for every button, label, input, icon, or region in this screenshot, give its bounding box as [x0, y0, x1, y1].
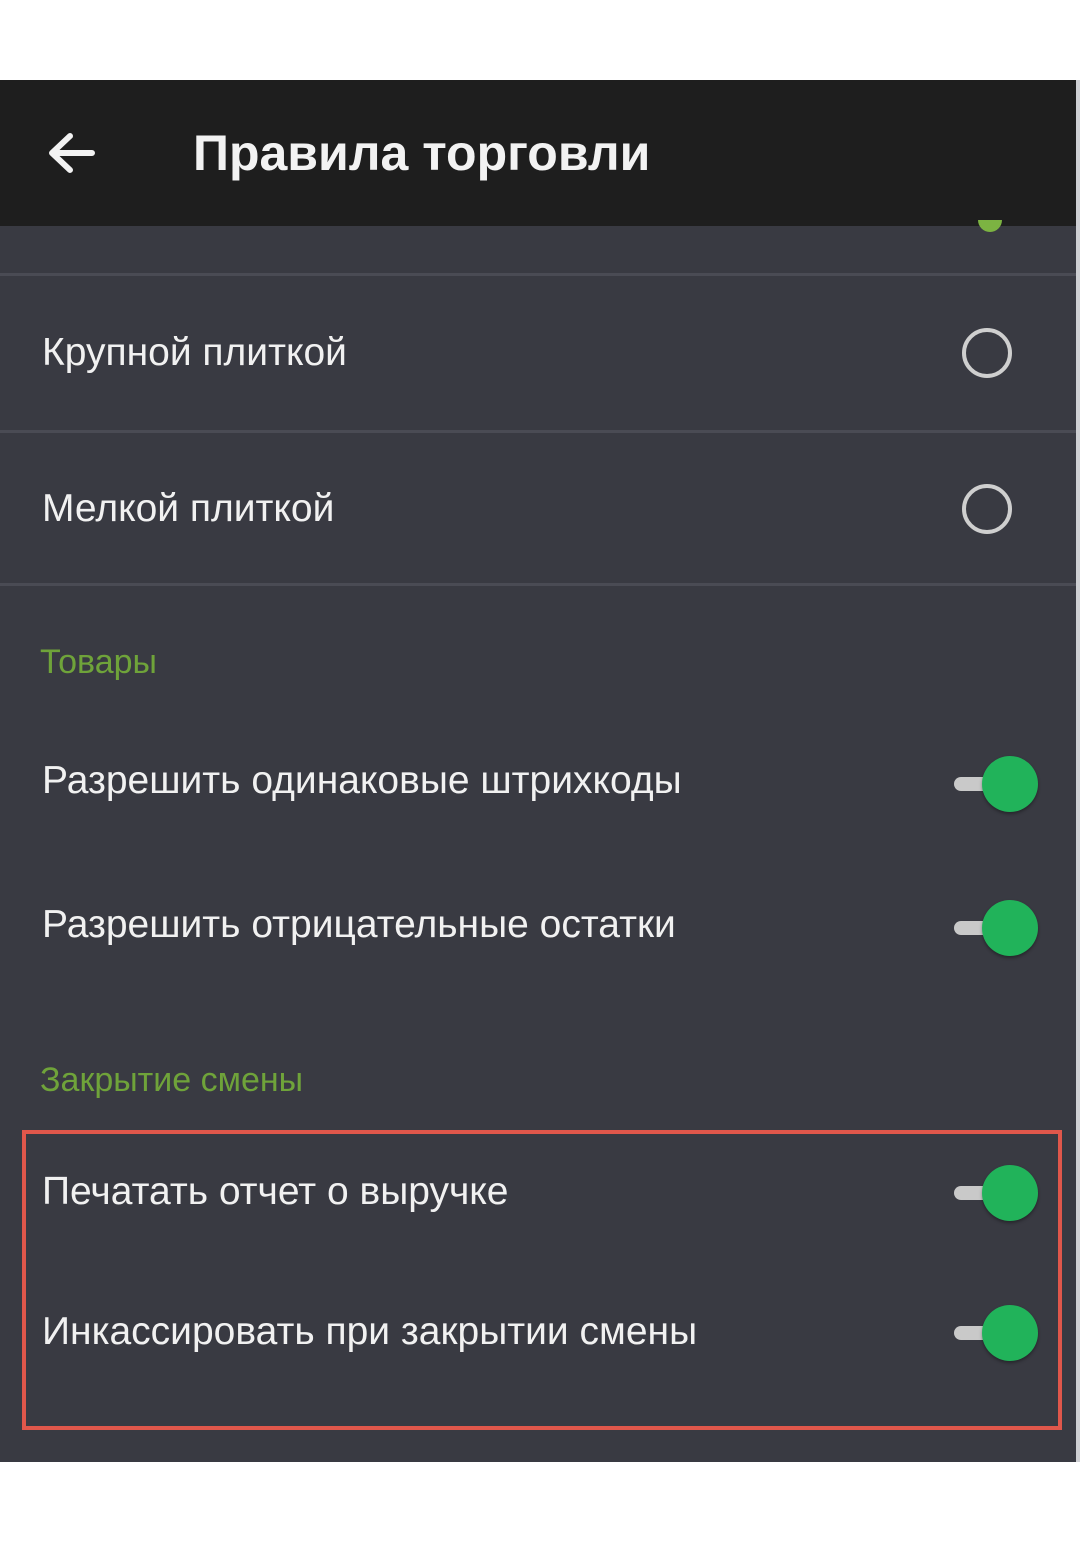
switch-thumb — [982, 756, 1038, 812]
setting-label: Печатать отчет о выручке — [42, 1170, 509, 1213]
toggle-switch-duplicate-barcodes[interactable] — [952, 755, 1040, 813]
setting-label: Инкассировать при закрытии смены — [42, 1310, 698, 1353]
setting-row-negative-stock[interactable]: Разрешить отрицательные остатки — [0, 875, 1076, 985]
option-label: Мелкой плиткой — [42, 487, 335, 530]
toggle-switch-cash-collection[interactable] — [952, 1304, 1040, 1362]
option-large-tiles[interactable]: Крупной плиткой — [0, 276, 1076, 430]
radio-button-large-tiles[interactable] — [962, 328, 1012, 378]
setting-row-duplicate-barcodes[interactable]: Разрешить одинаковые штрихкоды — [0, 730, 1076, 840]
screen-edge — [1076, 80, 1080, 1462]
page-title: Правила торговли — [193, 125, 651, 181]
option-label: Крупной плиткой — [42, 331, 347, 374]
setting-row-print-revenue-report[interactable]: Печатать отчет о выручке — [0, 1140, 1076, 1250]
option-small-tiles[interactable]: Мелкой плиткой — [0, 433, 1076, 583]
setting-row-cash-collection[interactable]: Инкассировать при закрытии смены — [0, 1280, 1076, 1390]
arrow-left-icon — [34, 118, 114, 188]
radio-button-small-tiles[interactable] — [962, 484, 1012, 534]
app-bar: Правила торговли — [0, 80, 1076, 226]
section-header-goods: Товары — [40, 643, 157, 681]
section-header-shift-close: Закрытие смены — [40, 1061, 304, 1099]
back-button[interactable] — [34, 118, 114, 188]
setting-label: Разрешить одинаковые штрихкоды — [42, 759, 682, 802]
partial-toggle-indicator — [978, 220, 1002, 232]
divider — [0, 583, 1076, 586]
switch-thumb — [982, 1165, 1038, 1221]
settings-screen: Правила торговли Крупной плиткой Мелкой … — [0, 80, 1076, 1462]
toggle-switch-negative-stock[interactable] — [952, 899, 1040, 957]
toggle-switch-print-revenue-report[interactable] — [952, 1164, 1040, 1222]
setting-label: Разрешить отрицательные остатки — [42, 903, 676, 946]
switch-thumb — [982, 1305, 1038, 1361]
switch-thumb — [982, 900, 1038, 956]
